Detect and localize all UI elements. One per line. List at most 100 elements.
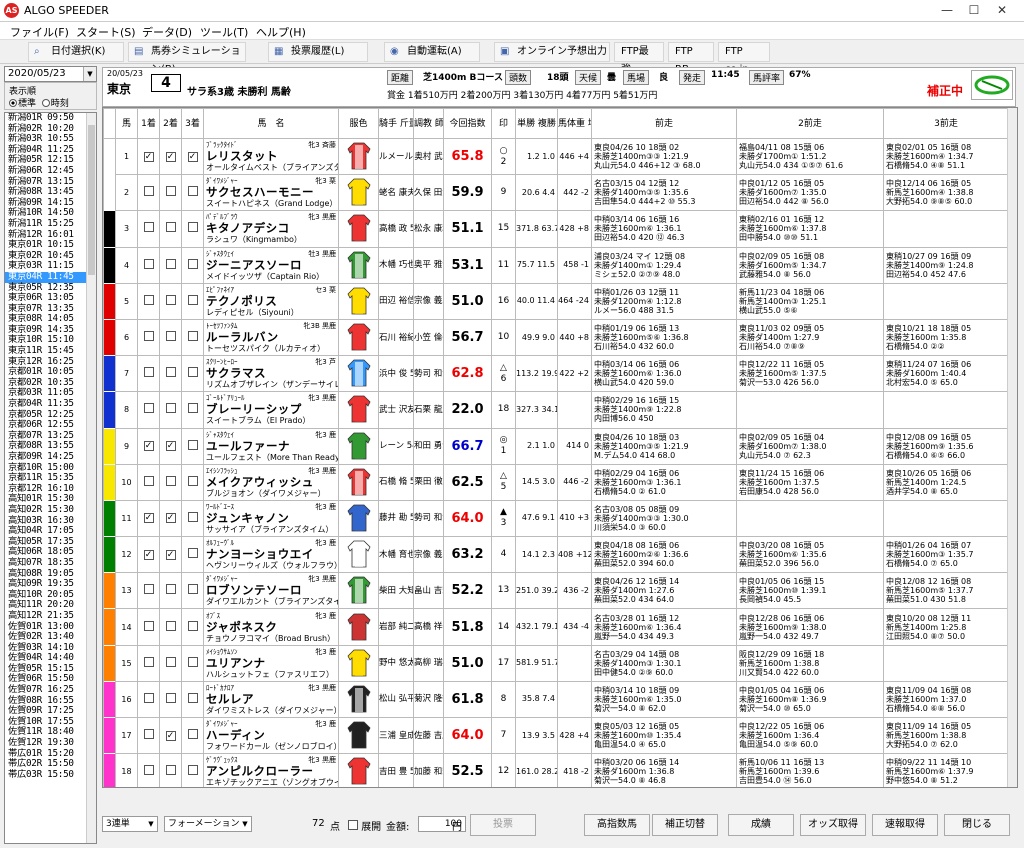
third-checkbox[interactable] <box>187 475 198 486</box>
prev-race-2[interactable] <box>736 499 884 538</box>
prev-race-1[interactable]: 東良04/26 10 18頭 02 未勝芝1400m③③ 1:21.9 丸山元5… <box>591 137 737 176</box>
second-checkbox[interactable] <box>165 584 176 595</box>
first-checkbox[interactable]: ✓ <box>143 151 154 162</box>
prev-race-3[interactable]: 東良10/20 08 12頭 11 新馬芝1400m 1:25.8 江田照54.… <box>883 608 1009 646</box>
auto-run-button[interactable]: ◉ 自動運転(A) <box>384 42 480 62</box>
third-checkbox[interactable] <box>187 511 198 522</box>
horse-name-cell[interactable]: ｽｸﾘｰﾝﾋｰﾛｰ 牝3 芦サクラマスリズムオブザレイン（ザンデーサイレンス） <box>203 355 339 393</box>
prev-race-3[interactable]: 東稍10/27 09 16頭 09 未勝芝1400m⑨ 1:24.8 田辺裕54… <box>883 246 1009 284</box>
prev-race-1[interactable]: 東良04/18 08 16頭 06 未勝芝1600m②⑥ 1:36.6 蕪田菜5… <box>591 536 737 574</box>
menu-start[interactable]: スタート(S) <box>76 24 136 40</box>
third-checkbox[interactable] <box>187 331 198 342</box>
second-checkbox[interactable] <box>165 331 176 342</box>
prev-race-2[interactable]: 東良11/03 02 09頭 05 未勝ダ1400m 1:27.9 石川裕54.… <box>736 318 884 357</box>
menu-file[interactable]: ファイル(F) <box>10 24 69 40</box>
prev-race-3[interactable] <box>883 644 1009 682</box>
prev-race-1[interactable]: 東良04/26 12 16頭 14 未勝ダ1400m 1:27.6 蕪田菜52.… <box>591 572 737 610</box>
prev-race-3[interactable] <box>883 282 1009 320</box>
third-checkbox[interactable] <box>187 222 198 233</box>
minimize-icon[interactable]: — <box>935 2 959 19</box>
horse-row[interactable]: 12 ✓ ✓ ｵﾙﾌｪｰｳﾞﾙ 牝3 鹿ナンヨーショウエイ ヘヴンリーウィルズ（ウォルフラ… <box>103 536 1009 574</box>
prev-race-2[interactable]: 新馬11/23 04 18頭 06 新馬芝1400m③ 1:25.1 横山武55… <box>736 282 884 320</box>
third-checkbox[interactable] <box>187 294 198 305</box>
prev-race-1[interactable]: 名古03/08 05 08頭 09 未勝ダ1400m③③ 1:30.0 川須栄5… <box>591 499 737 538</box>
close-icon[interactable]: ✕ <box>990 2 1014 19</box>
first-checkbox[interactable]: ✓ <box>143 549 154 560</box>
race-list-item[interactable]: 東京04R 11:45 <box>5 271 87 283</box>
prev-race-3[interactable]: 東良10/21 18 18頭 05 未勝芝1600m 1:35.8 石橋脩54.… <box>883 318 1009 357</box>
odds-fetch-button[interactable]: オッズ取得 <box>800 814 866 836</box>
prev-race-1[interactable]: 中稍03/14 06 16頭 16 未勝芝1600m⑥ 1:36.1 田辺裕54… <box>591 210 737 248</box>
horse-row[interactable]: 14 ｵﾌﾞｽ 牝3 鹿ジャポネスク チョウノヲコマイ（Broad Brush） 岩部 … <box>103 608 1009 646</box>
prev-race-1[interactable]: 名古03/29 04 14頭 08 未勝ダ1400m③ 1:30.1 田中健54… <box>591 644 737 682</box>
prev-race-3[interactable]: 東良11/09 14 16頭 05 新馬芝1600m 1:38.8 大野拓54.… <box>883 716 1009 755</box>
prev-race-2[interactable]: 中良02/09 05 16頭 08 未勝ダ1600m⑤ 1:34.7 武藤雅54… <box>736 246 884 284</box>
third-checkbox[interactable]: ✓ <box>187 151 198 162</box>
second-checkbox[interactable] <box>165 692 176 703</box>
ticket-simulation-button[interactable]: ▤馬券シミュレーション(B) <box>128 42 246 75</box>
menu-help[interactable]: ヘルプ(H) <box>256 24 306 40</box>
first-checkbox[interactable] <box>143 294 154 305</box>
menu-tools[interactable]: ツール(T) <box>200 24 248 40</box>
horse-name-cell[interactable]: ｼﾞｬｽﾀｳｪｲ 牡3 黒鹿 ジーニアスソーロ メイドイッツザ（Captain Rio… <box>203 246 339 284</box>
prev-race-2[interactable]: 中良03/20 08 16頭 05 未勝芝1600m⑥ 1:35.6 蕪田菜52… <box>736 536 884 574</box>
prev-race-2[interactable]: 中良12/22 05 16頭 06 未勝芝1600m 1:36.4 亀田温54.… <box>736 716 884 755</box>
race-list-item[interactable]: 新潟11R 15:25 <box>5 218 87 230</box>
prev-race-1[interactable]: 浦良03/24 マイ 12頭 08 未勝ダ1400m① 1:29.4 ミシェ52… <box>591 246 737 284</box>
horse-row[interactable]: 1 ✓ ✓ ✓ ﾌﾞﾗｯｸﾀｲﾄﾞ 牝3 斉藤 レリスタット オールタイムベスト（ブライアンズ… <box>103 137 1009 176</box>
prev-race-3[interactable]: 中良12/08 12 16頭 08 新馬芝1600m⑤ 1:37.7 蕪田菜51… <box>883 572 1009 610</box>
horse-row[interactable]: 2 ﾀﾞｲﾜﾒｼﾞｬｰ 牝3 栗サクセスハーモニー スイートハピネス（Grand Lo… <box>103 174 1009 212</box>
vote-button[interactable]: 投票 <box>470 814 536 836</box>
first-checkbox[interactable] <box>143 475 154 486</box>
first-checkbox[interactable]: ✓ <box>143 513 154 524</box>
third-checkbox[interactable] <box>187 367 198 378</box>
prev-race-3[interactable]: 中良12/14 06 16頭 05 新馬芝1600m④ 1:38.8 大野拓54… <box>883 174 1009 212</box>
race-list-item[interactable]: 京都09R 14:25 <box>5 451 87 463</box>
horse-row[interactable]: 5 ｴﾋﾟﾌｧﾈｲｱ セ3 栗テクノポリスレディピセル（Siyouni） 田辺 裕信 … <box>103 282 1009 320</box>
race-list-item[interactable]: 帯広03R 15:50 <box>5 769 87 781</box>
first-checkbox[interactable] <box>143 584 154 595</box>
second-checkbox[interactable]: ✓ <box>165 513 176 524</box>
prev-race-1[interactable]: 中稍03/14 06 16頭 06 未勝芝1600m⑥ 1:36.0 横山武54… <box>591 355 737 393</box>
prev-race-2[interactable]: 中良12/22 11 16頭 05 未勝芝1600m⑤ 1:37.5 菊沢一53… <box>736 355 884 393</box>
second-checkbox[interactable]: ✓ <box>165 730 176 741</box>
horse-row[interactable]: 15 ﾒｲｼｮｳｻﾑｿﾝ 牝3 鹿ユリアンナ ハルシュットフェ（ファスリエフ） 野中 悠… <box>103 644 1009 682</box>
race-list-item[interactable]: 新潟06R 12:45 <box>5 165 87 177</box>
third-checkbox[interactable] <box>187 729 198 740</box>
first-checkbox[interactable] <box>143 692 154 703</box>
second-checkbox[interactable] <box>165 620 176 631</box>
third-checkbox[interactable] <box>187 584 198 595</box>
third-checkbox[interactable] <box>187 439 198 450</box>
horse-row[interactable]: 8 ｺﾞｰﾙﾄﾞｱﾘｭｰﾙ 牝3 黒鹿 ブレーリーシップ スイートブラム（El Prad… <box>103 391 1009 429</box>
form-select[interactable]: フォーメーション ▼ <box>164 816 252 832</box>
prev-race-1[interactable]: 中稍03/20 06 16頭 14 未勝ダ1600m 1:36.8 菊沢一54.… <box>591 753 737 787</box>
second-checkbox[interactable] <box>165 294 176 305</box>
horse-name-cell[interactable]: ｵﾙﾌｪｰｳﾞﾙ 牝3 鹿ナンヨーショウエイ ヘヴンリーウィルズ（ウォルフラウ） <box>203 536 339 574</box>
prev-race-1[interactable]: 名古03/15 04 12頭 12 未勝ダ1400m③⑤ 1:35.6 吉田隼5… <box>591 174 737 212</box>
horse-name-cell[interactable]: ｼﾞｬｽﾀｳｪｲ 牝3 鹿ユールファーナ ユールフェスト（More Than Rea… <box>203 427 339 465</box>
results-button[interactable]: 成績 <box>728 814 794 836</box>
horse-row[interactable]: 16 ﾛｰﾄﾞｶﾅﾛｱ 牝3 黒鹿 セルレア ダイワミストレス（ダイワメジャー） 松山 弘… <box>103 680 1009 719</box>
horse-row[interactable]: 3 ﾊﾟﾃﾞﾙﾌﾞﾗｳ 牝3 黒鹿 キタノアデシコ ラシュワ（Kingmambo） 高橋 … <box>103 210 1009 248</box>
maximize-icon[interactable]: ☐ <box>962 2 986 19</box>
third-checkbox[interactable] <box>187 692 198 703</box>
first-checkbox[interactable] <box>143 729 154 740</box>
prev-race-2[interactable]: 中良01/12 05 16頭 05 未勝ダ1600m⑦ 1:35.0 田辺裕54… <box>736 174 884 212</box>
race-list-scrollbar[interactable] <box>86 113 96 843</box>
order-time-radio[interactable] <box>41 99 50 107</box>
prev-race-1[interactable]: 中稍02/29 04 16頭 06 未勝芝1600m③ 1:36.1 石橋脩54… <box>591 463 737 501</box>
prev-race-3[interactable]: 中稍01/26 04 16頭 07 未勝芝1600m③ 1:35.7 石橋脩54… <box>883 536 1009 574</box>
first-checkbox[interactable] <box>143 620 154 631</box>
horse-name-cell[interactable]: ﾌﾞﾗｯｸﾀｲﾄﾞ 牝3 斉藤レリスタットオールタイムベスト（ブライアンズタイム） <box>203 137 339 176</box>
race-list-item[interactable]: 新潟01R 09:50 <box>5 113 87 124</box>
prev-race-2[interactable]: 中良01/05 06 16頭 15 未勝芝1600m⑩ 1:39.1 長岡禎54… <box>736 572 884 610</box>
vote-history-button[interactable]: ▦ 投票履歴(L) <box>268 42 368 62</box>
prev-race-1[interactable]: 中稍03/14 10 18頭 09 未勝芝1600m⑥ 1:35.0 菊沢一54… <box>591 680 737 719</box>
second-checkbox[interactable] <box>165 367 176 378</box>
horse-name-cell[interactable]: ﾊﾟﾃﾞﾙﾌﾞﾗｳ 牝3 黒鹿 キタノアデシコ ラシュワ（Kingmambo） <box>203 210 339 248</box>
second-checkbox[interactable] <box>165 222 176 233</box>
second-checkbox[interactable]: ✓ <box>165 151 176 162</box>
horse-row[interactable]: 18 ｹﾞﾗｳﾞｪｯｸｽ 牝3 黒鹿 アンピルクローラー エキゾチックアニエ（ゾングオブ… <box>103 753 1009 787</box>
third-checkbox[interactable] <box>187 186 198 197</box>
horse-name-cell[interactable]: ｹﾞﾗｳﾞｪｯｸｽ 牝3 黒鹿アンピルクローラーエキゾチックアニエ（ゾングオブウイ… <box>203 753 339 787</box>
